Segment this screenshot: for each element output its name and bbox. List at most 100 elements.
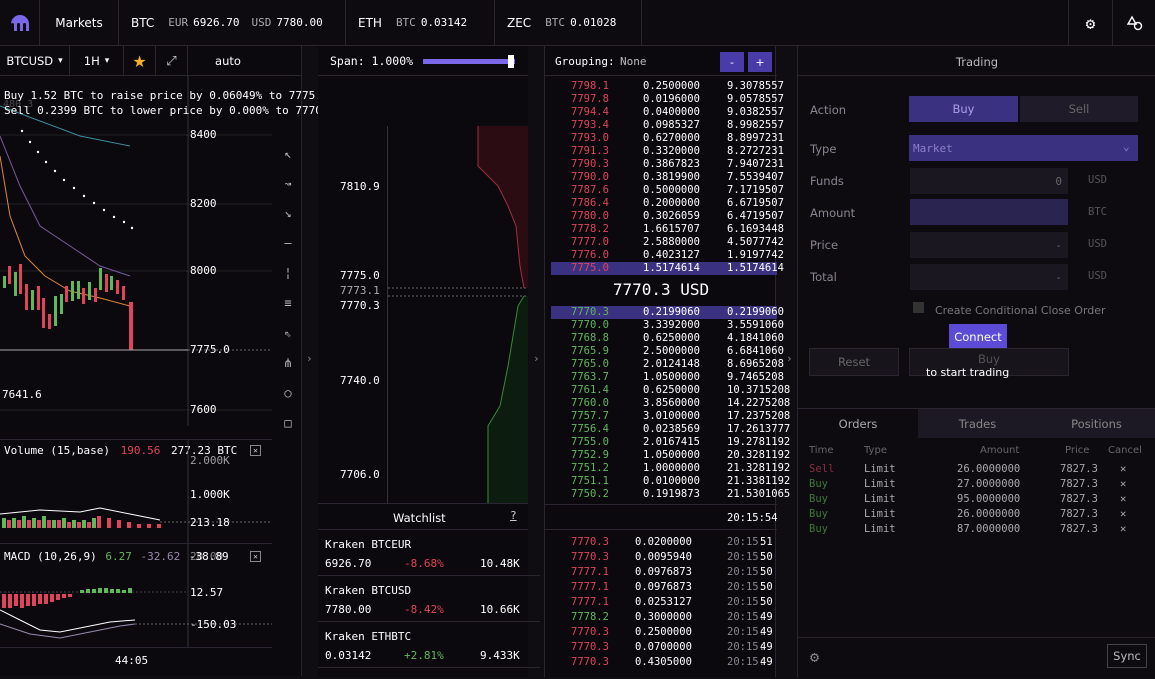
- footer-settings-gear-icon[interactable]: ⚙: [810, 648, 819, 666]
- ask-row[interactable]: 7790.0 0.3819900 7.5539407: [551, 171, 784, 184]
- ticker-zec[interactable]: ZEC BTC 0.01028: [495, 0, 642, 46]
- tab-positions[interactable]: Positions: [1037, 409, 1155, 438]
- interval-select[interactable]: 1H ▾: [70, 46, 124, 76]
- orders-header-type: Type: [864, 445, 887, 456]
- depth-chart[interactable]: [388, 126, 528, 504]
- ticker-btc[interactable]: BTC EUR 6926.70 USD 7780.00: [119, 0, 346, 46]
- ob-price: 7790.3: [571, 158, 609, 170]
- price-field[interactable]: -: [910, 232, 1068, 258]
- ask-row[interactable]: 7797.8 0.0196000 9.0578557: [551, 93, 784, 106]
- ask-row[interactable]: 7786.4 0.2000000 6.6719507: [551, 197, 784, 210]
- depth-axis-label: 7810.9: [340, 180, 380, 193]
- bid-row[interactable]: 7765.0 2.0124148 8.6965208: [551, 358, 784, 371]
- bid-row[interactable]: 7763.7 1.0500000 9.7465208: [551, 371, 784, 384]
- bid-row[interactable]: 7761.4 0.6250000 10.3715208: [551, 384, 790, 397]
- pair-select[interactable]: BTCUSD ▾: [0, 46, 70, 76]
- kraken-logo-icon[interactable]: [0, 0, 40, 46]
- pitchfork-icon[interactable]: ⋔: [278, 356, 298, 370]
- bid-row[interactable]: 7770.3 0.2199060 0.2199060: [551, 306, 784, 319]
- trade-row: 7770.3 0.2500000 20:15: 49: [545, 625, 775, 640]
- sell-toggle[interactable]: Sell: [1020, 96, 1138, 122]
- order-row: Sell Limit 26.0000000 7827.3 ✕: [798, 462, 1155, 477]
- ob-total: 9.3078557: [727, 80, 784, 92]
- grouping-plus-button[interactable]: +: [748, 52, 772, 72]
- ask-row[interactable]: 7775.0 1.5174614 1.5174614: [551, 262, 784, 275]
- reset-button[interactable]: Reset: [809, 348, 899, 376]
- fib-lines-icon[interactable]: ≡: [278, 296, 298, 310]
- circle-tool-icon[interactable]: ○: [278, 386, 298, 400]
- draw-curve-icon[interactable]: ↝: [278, 177, 298, 191]
- type-select[interactable]: Market ⌄: [909, 135, 1138, 161]
- bid-row[interactable]: 7770.0 3.3392000 3.5591060: [551, 319, 784, 332]
- grouping-minus-button[interactable]: -: [720, 52, 744, 72]
- mid-price: 7770.3 USD: [612, 280, 710, 299]
- watchlist-item[interactable]: Kraken BTCEUR 6926.70 -8.68% 10.48K: [318, 530, 540, 576]
- interval-label: 1H: [83, 54, 100, 68]
- bid-row[interactable]: 7756.4 0.0238569 17.2613777: [551, 423, 790, 436]
- span-slider-handle[interactable]: [508, 55, 514, 68]
- ask-row[interactable]: 7787.6 0.5000000 7.1719507: [551, 184, 784, 197]
- tab-orders[interactable]: Orders: [798, 409, 918, 438]
- buy-toggle[interactable]: Buy: [909, 96, 1018, 122]
- pointer-icon[interactable]: ⇖: [278, 326, 298, 340]
- price-label: Price: [810, 238, 839, 252]
- cancel-order-icon[interactable]: ✕: [1120, 477, 1126, 492]
- ob-price: 7780.0: [571, 210, 609, 222]
- orders-panel: Orders Trades Positions Time Type Amount…: [797, 408, 1155, 637]
- bid-row[interactable]: 7765.9 2.5000000 6.6841060: [551, 345, 784, 358]
- ask-row[interactable]: 7777.0 2.5880000 4.5077742: [551, 236, 784, 249]
- ob-amount: 2.0124148: [643, 358, 700, 370]
- sync-button[interactable]: Sync: [1107, 644, 1147, 668]
- bid-row[interactable]: 7751.1 0.0100000 21.3381192: [551, 475, 790, 488]
- shapes-icon[interactable]: [1112, 0, 1155, 46]
- scale-button[interactable]: auto: [188, 46, 268, 76]
- ticker-symbol: ZEC: [507, 15, 532, 30]
- bid-row[interactable]: 7752.9 1.0500000 20.3281192: [551, 449, 790, 462]
- vertical-line-icon[interactable]: ¦: [278, 266, 298, 280]
- ask-row[interactable]: 7793.4 0.0985327 8.9982557: [551, 119, 784, 132]
- favorite-star-icon[interactable]: ★: [124, 46, 156, 76]
- connect-button[interactable]: Connect: [949, 324, 1007, 349]
- bid-row[interactable]: 7750.2 0.1919873 21.5301065: [551, 488, 790, 501]
- help-button[interactable]: ?: [510, 509, 517, 522]
- ask-row[interactable]: 7793.0 0.6270000 8.8997231: [551, 132, 784, 145]
- total-field[interactable]: -: [910, 264, 1068, 290]
- collapse-arrow-icon[interactable]: ›: [306, 352, 313, 365]
- ask-row[interactable]: 7790.3 0.3867823 7.9407231: [551, 158, 784, 171]
- ask-row[interactable]: 7791.3 0.3320000 8.2727231: [551, 145, 784, 158]
- ob-price: 7777.0: [571, 236, 609, 248]
- bid-row[interactable]: 7760.0 3.8560000 14.2275208: [551, 397, 790, 410]
- ask-row[interactable]: 7798.1 0.2500000 9.3078557: [551, 80, 784, 93]
- cancel-order-icon[interactable]: ✕: [1120, 462, 1126, 477]
- ask-row[interactable]: 7780.0 0.3026059 6.4719507: [551, 210, 784, 223]
- cancel-order-icon[interactable]: ✕: [1120, 507, 1126, 522]
- bid-row[interactable]: 7751.2 1.0000000 21.3281192: [551, 462, 790, 475]
- draw-ray-icon[interactable]: ↘: [278, 206, 298, 220]
- ticker-eth[interactable]: ETH BTC 0.03142: [346, 0, 495, 46]
- ask-row[interactable]: 7776.0 0.4023127 1.9197742: [551, 249, 784, 262]
- expand-icon[interactable]: ⤢: [156, 46, 188, 76]
- watchlist-item[interactable]: Kraken BTCUSD 7780.00 -8.42% 10.66K: [318, 576, 540, 622]
- bid-row[interactable]: 7757.7 3.0100000 17.2375208: [551, 410, 790, 423]
- funds-field[interactable]: 0: [910, 168, 1068, 194]
- collapse-arrow-icon[interactable]: ›: [786, 352, 793, 365]
- bid-row[interactable]: 7768.8 0.6250000 4.1841060: [551, 332, 784, 345]
- rectangle-tool-icon[interactable]: □: [278, 416, 298, 430]
- collapse-arrow-icon[interactable]: ›: [533, 352, 540, 365]
- bid-row[interactable]: 7755.0 2.0167415 19.2781192: [551, 436, 790, 449]
- horizontal-line-icon[interactable]: —: [278, 236, 298, 250]
- tab-trades[interactable]: Trades: [918, 409, 1037, 438]
- settings-gear-icon[interactable]: ⚙: [1068, 0, 1112, 46]
- draw-arrow-icon[interactable]: ↖: [278, 147, 298, 161]
- price-chart[interactable]: [0, 76, 272, 426]
- cancel-order-icon[interactable]: ✕: [1120, 522, 1126, 537]
- ask-row[interactable]: 7794.4 0.0400000 9.0382557: [551, 106, 784, 119]
- ask-row[interactable]: 7778.2 1.6615707 6.1693448: [551, 223, 784, 236]
- amount-input[interactable]: [910, 199, 1068, 225]
- watch-price: 6926.70: [325, 557, 372, 570]
- watchlist-item[interactable]: Kraken ETHBTC 0.03142 +2.81% 9.433K: [318, 622, 540, 668]
- conditional-checkbox[interactable]: [913, 302, 924, 313]
- markets-button[interactable]: Markets: [40, 0, 119, 46]
- span-slider[interactable]: [423, 59, 515, 64]
- cancel-order-icon[interactable]: ✕: [1120, 492, 1126, 507]
